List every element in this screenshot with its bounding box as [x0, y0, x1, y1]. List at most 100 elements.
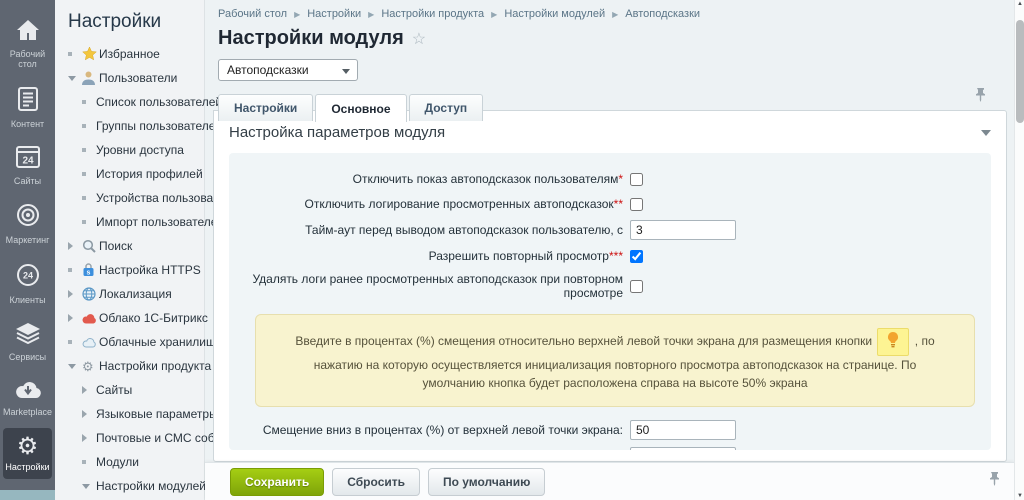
sidebar-item-favorites[interactable]: Избранное: [55, 42, 204, 66]
sidebar-item-bitrix-cloud[interactable]: Облако 1С-Битрикс: [55, 306, 204, 330]
sidebar-item-user-devices[interactable]: Устройства пользователей: [55, 186, 204, 210]
tab-general[interactable]: Основное: [315, 94, 406, 122]
rail-item-services[interactable]: Сервисы: [3, 315, 52, 369]
sidebar-item-label: Уровни доступа: [96, 143, 184, 157]
module-select[interactable]: Автоподсказки: [218, 59, 358, 81]
sidebar-item-search[interactable]: Поиск: [55, 234, 204, 258]
sidebar-item-users[interactable]: Пользователи: [55, 66, 204, 90]
circle-24-icon: 24: [16, 263, 40, 292]
layers-icon: [15, 322, 41, 349]
breadcrumb-item[interactable]: Настройки: [307, 8, 361, 20]
sidebar-item-label: Языковые параметры: [96, 407, 218, 421]
sidebar-item-user-groups[interactable]: Группы пользователей: [55, 114, 204, 138]
bullet-icon: [68, 268, 72, 272]
sidebar-item-label: Группы пользователей: [96, 119, 222, 133]
scrollbar-thumb[interactable]: [1016, 20, 1024, 123]
collapse-arrow-icon[interactable]: [981, 130, 991, 136]
sidebar-bottom-strip: [0, 490, 55, 500]
rail-item-desktop[interactable]: Рабочий стол: [3, 12, 52, 77]
disable-logging-checkbox[interactable]: [630, 198, 643, 211]
lock-icon: s: [82, 263, 99, 277]
target-icon: [16, 203, 40, 232]
breadcrumb: Рабочий стол ▶ Настройки ▶ Настройки про…: [205, 0, 1014, 20]
sidebar-item-label: Сайты: [96, 383, 132, 397]
pin-icon[interactable]: [989, 472, 1000, 491]
rail-item-marketplace[interactable]: Marketplace: [3, 372, 52, 424]
sidebar-item-access-levels[interactable]: Уровни доступа: [55, 138, 204, 162]
rail-item-marketing[interactable]: Маркетинг: [3, 196, 52, 252]
bullet-icon: [82, 100, 86, 104]
sidebar-item-label: Модули: [96, 455, 139, 469]
page-title: Настройки модуля: [218, 27, 404, 50]
sidebar-item-label: Облако 1С-Битрикс: [99, 311, 208, 325]
vertical-scrollbar[interactable]: ▲ ▼: [1014, 0, 1024, 500]
rail-item-settings[interactable]: ⚙ Настройки: [3, 428, 52, 479]
breadcrumb-item[interactable]: Автоподсказки: [625, 8, 700, 20]
sidebar-item-sites[interactable]: Сайты: [55, 378, 204, 402]
chevron-right-icon: [82, 410, 87, 418]
field-label: Разрешить повторный просмотр: [429, 249, 609, 263]
sidebar-item-label: Локализация: [99, 287, 172, 301]
breadcrumb-item[interactable]: Настройки продукта: [381, 8, 484, 20]
settings-panel: Настройка параметров модуля Отключить по…: [213, 110, 1007, 462]
home-icon: [15, 19, 41, 46]
lightbulb-icon: [877, 328, 909, 356]
breadcrumb-item[interactable]: Рабочий стол: [218, 8, 287, 20]
sidebar-item-profile-history[interactable]: История профилей: [55, 162, 204, 186]
sidebar-item-user-list[interactable]: Список пользователей: [55, 90, 204, 114]
offset-right-input[interactable]: [630, 447, 736, 450]
offset-down-input[interactable]: [630, 420, 736, 440]
bullet-icon: [68, 340, 72, 344]
rail-item-content[interactable]: Контент: [3, 80, 52, 136]
module-select-value: Автоподсказки: [227, 63, 309, 77]
form-row: Смещение вправо в процентах (%) от крайн…: [241, 447, 979, 450]
cloud-blue-icon: [82, 337, 99, 348]
default-button[interactable]: По умолчанию: [428, 468, 545, 496]
sidebar-item-localization[interactable]: Локализация: [55, 282, 204, 306]
reset-button[interactable]: Сбросить: [332, 468, 420, 496]
notice-text-before: Введите в процентах (%) смещения относит…: [295, 334, 872, 348]
gear-icon: ⚙: [82, 360, 99, 373]
sidebar-item-mail-sms-events[interactable]: Почтовые и СМС события: [55, 426, 204, 450]
rail-item-clients[interactable]: 24 Клиенты: [3, 256, 52, 312]
chevron-down-icon: [68, 76, 76, 81]
rail-item-label: Настройки: [5, 462, 49, 472]
timeout-input[interactable]: [630, 220, 736, 240]
settings-sidebar: Настройки Избранное Пользователи Список …: [55, 0, 205, 500]
save-button[interactable]: Сохранить: [230, 468, 324, 496]
sidebar-item-user-import[interactable]: Импорт пользователей: [55, 210, 204, 234]
rail-item-sites[interactable]: 24 Сайты: [3, 139, 52, 193]
sidebar-item-product-settings[interactable]: ⚙ Настройки продукта: [55, 354, 204, 378]
sidebar-item-https-settings[interactable]: s Настройка HTTPS: [55, 258, 204, 282]
breadcrumb-separator-icon: ▶: [491, 10, 497, 19]
rail-item-label: Сайты: [14, 176, 41, 186]
chevron-down-icon: [342, 69, 350, 74]
gear-icon: ⚙: [17, 435, 39, 459]
tab-settings[interactable]: Настройки: [218, 94, 313, 121]
tab-bar: Настройки Основное Доступ: [205, 94, 1014, 121]
rail-item-label: Маркетинг: [6, 235, 50, 245]
scroll-down-icon[interactable]: ▼: [1015, 493, 1024, 499]
bitrix-admin-window: Рабочий стол Контент 24 Сайты Маркетинг …: [0, 0, 1024, 500]
tab-access[interactable]: Доступ: [409, 94, 484, 121]
chevron-right-icon: [68, 242, 73, 250]
required-mark: **: [614, 197, 623, 211]
form-row: Отключить логирование просмотренных авто…: [241, 195, 979, 213]
disable-tips-checkbox[interactable]: [630, 173, 643, 186]
allow-repeat-checkbox[interactable]: [630, 250, 643, 263]
rail-item-label: Marketplace: [3, 407, 52, 417]
breadcrumb-item[interactable]: Настройки модулей: [504, 8, 605, 20]
scroll-up-icon[interactable]: ▲: [1015, 1, 1024, 7]
chevron-right-icon: [82, 434, 87, 442]
sidebar-item-cloud-storage[interactable]: Облачные хранилища: [55, 330, 204, 354]
favorite-star-icon[interactable]: ☆: [412, 29, 426, 49]
star-icon: [82, 47, 99, 61]
sidebar-item-language-params[interactable]: Языковые параметры: [55, 402, 204, 426]
browser-24-icon: 24: [16, 146, 40, 173]
sidebar-item-module-settings[interactable]: Настройки модулей: [55, 474, 204, 498]
sidebar-item-modules[interactable]: Модули: [55, 450, 204, 474]
rail-item-label: Сервисы: [9, 352, 46, 362]
delete-logs-checkbox[interactable]: [630, 280, 643, 293]
rail-item-label: Контент: [11, 119, 44, 129]
sidebar-item-label: Облачные хранилища: [99, 335, 223, 349]
